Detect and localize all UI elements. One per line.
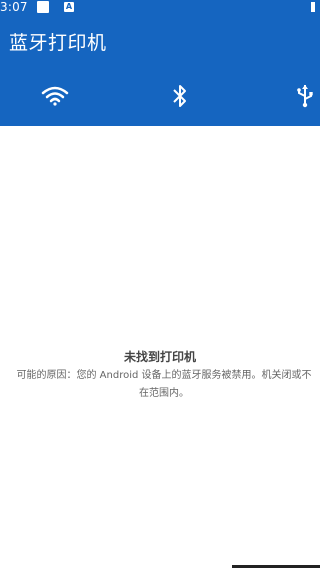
tab-wifi[interactable] — [30, 74, 80, 118]
battery-status-icon — [311, 2, 315, 12]
bluetooth-icon — [173, 85, 186, 107]
usb-icon — [297, 85, 313, 108]
empty-state-description: 可能的原因：您的 Android 设备上的蓝牙服务被禁用。机关闭或不在范围内。 — [16, 370, 312, 399]
status-bar: 3:07 A — [0, 0, 320, 16]
square-status-icon — [37, 1, 49, 13]
a-status-icon: A — [64, 2, 74, 12]
tab-usb[interactable] — [285, 74, 320, 118]
status-time: 3:07 — [0, 0, 28, 14]
app-bar: 3:07 A 蓝牙打印机 — [0, 0, 320, 126]
wifi-icon — [41, 86, 69, 106]
connection-tabs — [0, 74, 320, 122]
page-title: 蓝牙打印机 — [9, 32, 107, 54]
tab-bluetooth[interactable] — [155, 74, 205, 118]
empty-state-title: 未找到打印机 — [123, 350, 196, 364]
